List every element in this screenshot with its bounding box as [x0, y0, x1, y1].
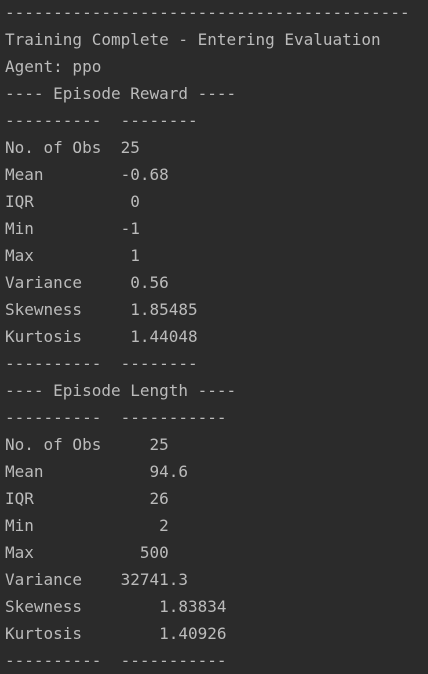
section-header-length: ---- Episode Length ----: [5, 381, 237, 400]
table-row: No. of Obs 25: [5, 138, 140, 157]
table-row: Kurtosis 1.44048: [5, 327, 198, 346]
table-rule: ---------- --------: [5, 111, 198, 130]
table-row: Skewness 1.85485: [5, 300, 198, 319]
console-lines: ----------------------------------------…: [5, 0, 410, 674]
table-rule: ---------- --------: [5, 354, 198, 373]
agent-line: Agent: ppo: [5, 57, 102, 76]
table-row: IQR 26: [5, 489, 169, 508]
terminal-output[interactable]: ----------------------------------------…: [0, 0, 428, 670]
section-header-reward: ---- Episode Reward ----: [5, 84, 237, 103]
table-row: Mean 94.6: [5, 462, 189, 481]
separator-line: ----------------------------------------…: [5, 3, 410, 22]
table-row: Variance 32741.3: [5, 570, 189, 589]
table-row: IQR 0: [5, 192, 140, 211]
status-line: Training Complete - Entering Evaluation: [5, 30, 381, 49]
table-row: Min -1: [5, 219, 140, 238]
table-rule: ---------- -----------: [5, 651, 227, 670]
table-row: Max 500: [5, 543, 169, 562]
table-rule: ---------- -----------: [5, 408, 227, 427]
table-row: Min 2: [5, 516, 169, 535]
table-row: Max 1: [5, 246, 140, 265]
table-row: No. of Obs 25: [5, 435, 169, 454]
table-row: Mean -0.68: [5, 165, 169, 184]
table-row: Kurtosis 1.40926: [5, 624, 227, 643]
table-row: Variance 0.56: [5, 273, 169, 292]
table-row: Skewness 1.83834: [5, 597, 227, 616]
